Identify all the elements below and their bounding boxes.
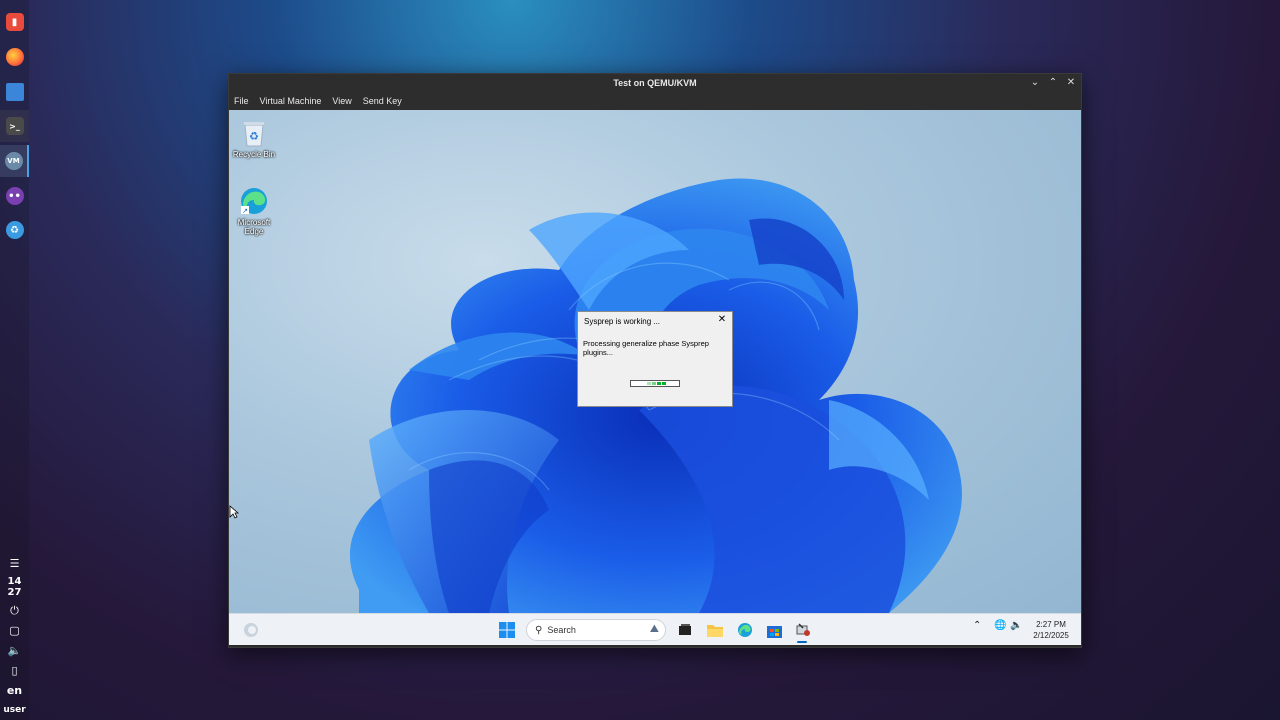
menu-view[interactable]: View — [332, 96, 351, 106]
vm-titlebar[interactable]: Test on QEMU/KVM ⌄ ⌃ ✕ — [229, 74, 1081, 92]
widgets-icon — [244, 623, 258, 637]
sysprep-icon — [796, 623, 810, 636]
mouse-pointer-icon — [229, 505, 239, 519]
progress-chunk — [647, 382, 651, 385]
taskbar-date: 2/12/2025 — [1033, 631, 1069, 640]
vm-window-title: Test on QEMU/KVM — [613, 78, 697, 88]
recycle-bin-icon: ♻ — [239, 118, 269, 148]
vm-menubar: File Virtual Machine View Send Key — [229, 92, 1081, 110]
files-icon — [5, 83, 24, 101]
dock-recycle-app[interactable]: ♻ — [0, 214, 29, 246]
recycle-bin-label: Recycle Bin — [232, 150, 276, 159]
sysprep-dialog-message: Processing generalize phase Sysprep plug… — [583, 339, 709, 357]
desktop-microsoft-edge[interactable]: ↗ Microsoft Edge — [229, 186, 279, 236]
volume-icon[interactable]: 🔈 — [0, 644, 29, 657]
dock-app-launcher[interactable]: ▮ — [0, 6, 29, 38]
progress-chunk — [662, 382, 666, 385]
svg-text:↗: ↗ — [242, 207, 248, 215]
taskbar-time: 2:27 PM — [1036, 620, 1066, 629]
task-view-button[interactable] — [675, 620, 695, 640]
guest-display[interactable]: ♻ Recycle Bin ↗ Microsoft Edge Sysprep i… — [229, 110, 1081, 613]
microsoft-store-button[interactable] — [764, 620, 784, 640]
dock-firefox[interactable] — [0, 41, 29, 73]
dock-terminal[interactable]: >_ — [0, 110, 29, 142]
sysprep-taskbar-button[interactable] — [793, 620, 813, 640]
taskbar-edge-button[interactable] — [735, 620, 755, 640]
menu-virtual-machine[interactable]: Virtual Machine — [260, 96, 322, 106]
active-app-indicator — [797, 641, 807, 643]
file-explorer-button[interactable] — [705, 620, 725, 640]
vm-window: Test on QEMU/KVM ⌄ ⌃ ✕ File Virtual Mach… — [228, 73, 1082, 648]
dock-clock: 14 27 — [0, 576, 29, 598]
recycle-icon: ♻ — [5, 221, 24, 239]
svg-text:♻: ♻ — [249, 130, 259, 143]
store-icon — [766, 625, 782, 638]
start-button[interactable] — [497, 620, 517, 640]
edge-icon — [738, 623, 752, 637]
dock-virt-manager[interactable]: VM — [0, 145, 29, 177]
search-placeholder: Search — [547, 625, 576, 635]
taskbar-clock[interactable]: 2:27 PM 2/12/2025 — [1029, 619, 1073, 641]
maximize-icon[interactable]: ⌃ — [1047, 76, 1059, 89]
guest-taskbar: ⚲ Search ⛰ ⌃ 🌐 🔈 2:27 PM 2/12/2025 — [229, 613, 1081, 645]
taskbar-search[interactable]: ⚲ Search ⛰ — [526, 619, 666, 641]
show-hidden-icons-chevron-icon[interactable]: ⌃ — [973, 620, 981, 631]
widgets-button[interactable] — [241, 620, 261, 640]
edge-icon: ↗ — [239, 186, 269, 216]
menu-send-key[interactable]: Send Key — [363, 96, 402, 106]
list-icon[interactable]: ☰ — [0, 557, 29, 570]
firefox-icon — [5, 48, 24, 66]
volume-icon[interactable]: 🔈 — [1010, 620, 1022, 631]
window-controls: ⌄ ⌃ ✕ — [1029, 76, 1077, 89]
owl-icon: •• — [5, 187, 24, 205]
close-icon[interactable]: ✕ — [1065, 76, 1077, 89]
virt-manager-icon: VM — [4, 152, 23, 170]
dock-files[interactable] — [0, 76, 29, 108]
sysprep-dialog-title: Sysprep is working ... — [584, 317, 661, 326]
folder-icon — [707, 625, 723, 637]
battery-icon[interactable]: ▯ — [0, 664, 29, 677]
session-user[interactable]: user — [0, 705, 29, 715]
minimize-icon[interactable]: ⌄ — [1029, 76, 1041, 89]
dock-owl-app[interactable]: •• — [0, 180, 29, 212]
keyboard-layout[interactable]: en — [0, 684, 29, 697]
clipboard-icon[interactable]: ▢ — [0, 624, 29, 637]
sysprep-progress-bar — [630, 380, 680, 387]
menu-file[interactable]: File — [234, 96, 249, 106]
power-icon[interactable]: ⏻ — [0, 604, 29, 618]
host-dock: ▮ >_ VM •• ♻ ☰ 14 27 ⏻ ▢ 🔈 ▯ en user — [0, 0, 29, 720]
terminal-icon: >_ — [5, 117, 24, 135]
dock-clock-hour: 14 — [7, 576, 22, 587]
app-launcher-icon: ▮ — [5, 13, 24, 31]
dialog-close-icon[interactable]: ✕ — [716, 314, 728, 325]
progress-chunk — [652, 382, 656, 385]
task-view-icon — [679, 624, 691, 635]
edge-label-line1: Microsoft — [237, 218, 271, 227]
desktop-recycle-bin[interactable]: ♻ Recycle Bin — [229, 118, 279, 159]
windows-logo-icon — [499, 622, 515, 638]
search-highlight-icon: ⛰ — [649, 623, 659, 635]
progress-chunk — [657, 382, 661, 385]
dock-clock-minute: 27 — [7, 587, 22, 598]
network-globe-icon[interactable]: 🌐 — [994, 620, 1006, 631]
search-icon: ⚲ — [535, 624, 543, 636]
sysprep-dialog: Sysprep is working ... ✕ Processing gene… — [577, 311, 733, 407]
edge-label-line2: Edge — [244, 227, 264, 236]
